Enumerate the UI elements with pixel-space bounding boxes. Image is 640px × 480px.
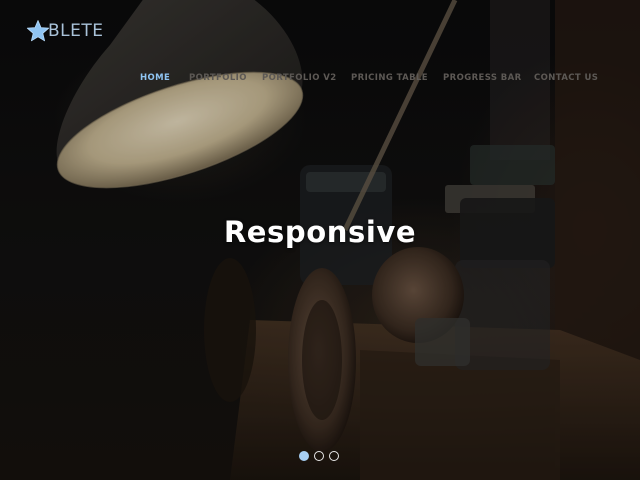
star-icon xyxy=(26,20,50,42)
slider-dot-3[interactable] xyxy=(329,451,339,461)
nav-item-pricing-table[interactable]: PRICING TABLE xyxy=(351,72,428,84)
slider-pagination xyxy=(299,451,344,462)
main-nav: HOME PORTFOLIO PORTFOLIO V2 PRICING TABL… xyxy=(0,72,640,86)
hero-slider: BLETE HOME PORTFOLIO PORTFOLIO V2 PRICIN… xyxy=(0,0,640,480)
slide-title: Responsive xyxy=(223,215,417,249)
slider-dot-1[interactable] xyxy=(299,451,309,461)
site-logo[interactable]: BLETE xyxy=(26,19,104,43)
nav-item-portfolio-v2[interactable]: PORTFOLIO V2 xyxy=(262,72,337,84)
slider-dot-2[interactable] xyxy=(314,451,324,461)
site-header: BLETE HOME PORTFOLIO PORTFOLIO V2 PRICIN… xyxy=(0,0,640,100)
nav-item-contact-us[interactable]: CONTACT US xyxy=(534,72,598,84)
nav-item-portfolio[interactable]: PORTFOLIO xyxy=(189,72,247,84)
nav-item-home[interactable]: HOME xyxy=(140,72,170,84)
logo-text: BLETE xyxy=(48,21,104,41)
nav-item-progress-bar[interactable]: PROGRESS BAR xyxy=(443,72,522,84)
